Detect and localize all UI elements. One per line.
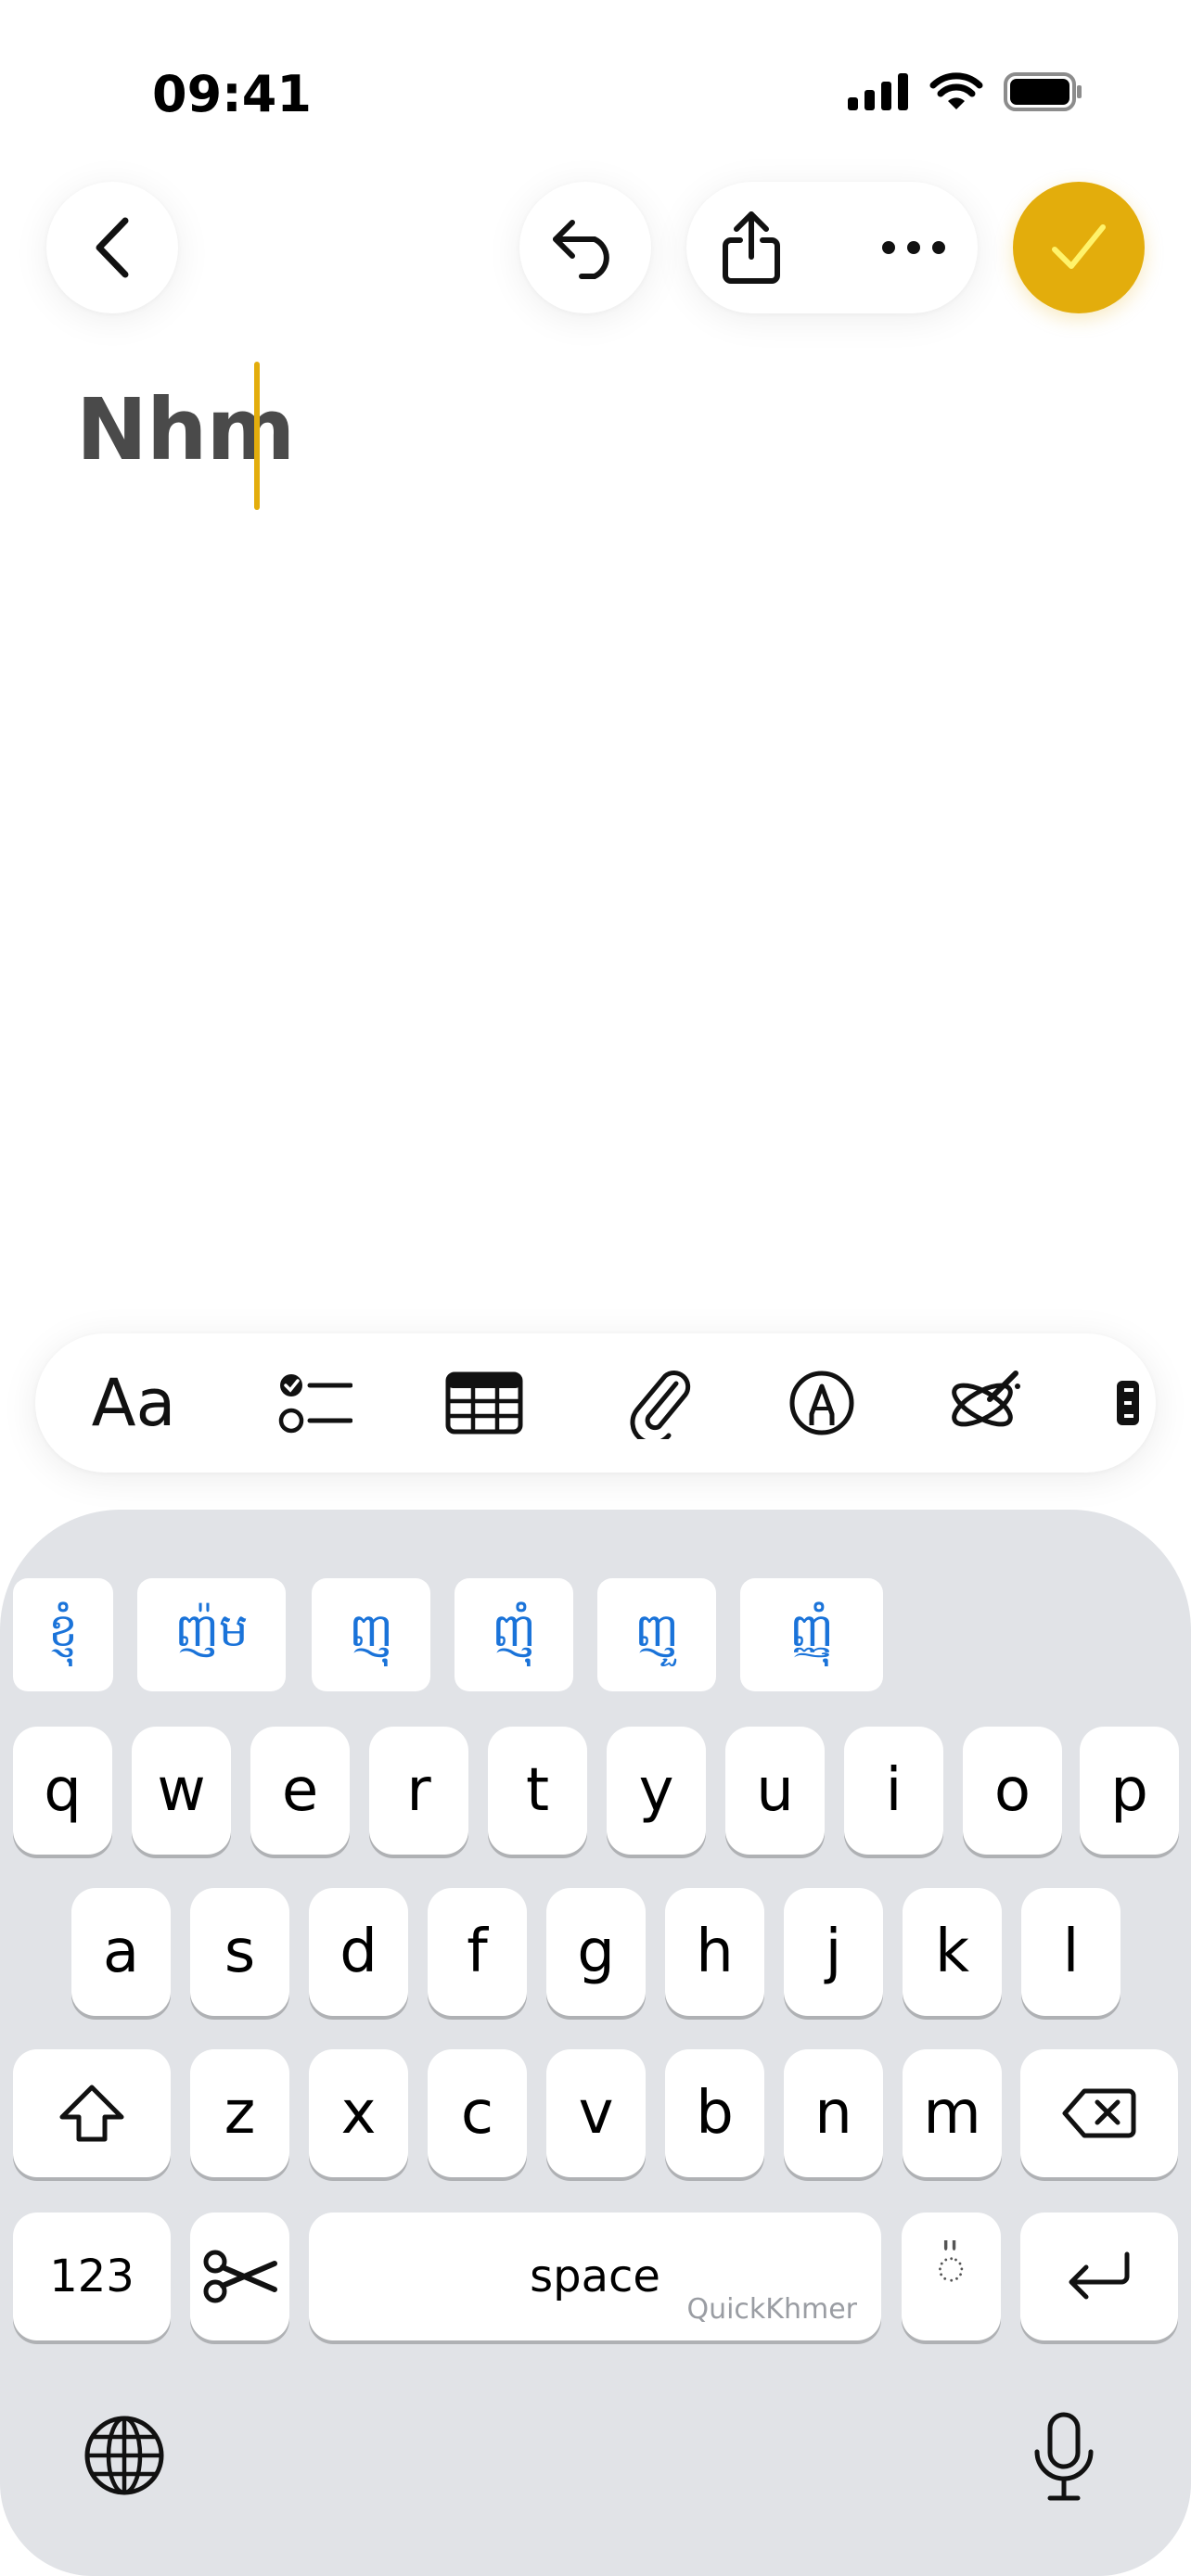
- scissors-icon: [203, 2250, 277, 2303]
- key-g[interactable]: g: [546, 1888, 646, 2016]
- return-icon: [1069, 2251, 1130, 2300]
- undo-button[interactable]: [519, 182, 651, 313]
- attachment-button[interactable]: [605, 1333, 716, 1473]
- cellular-signal-icon: [848, 73, 908, 110]
- share-icon[interactable]: [720, 210, 783, 285]
- key-p[interactable]: p: [1080, 1727, 1179, 1855]
- suggestion-6[interactable]: ញ្ញុំ: [740, 1578, 883, 1691]
- partial-format-icon: [1117, 1381, 1139, 1425]
- keyboard-brand-label: QuickKhmer: [686, 2293, 857, 2326]
- key-c[interactable]: c: [428, 2049, 527, 2177]
- ellipsis-icon[interactable]: [881, 240, 946, 255]
- key-n[interactable]: n: [784, 2049, 883, 2177]
- checkmark-icon: [1052, 224, 1106, 269]
- key-o[interactable]: o: [963, 1727, 1062, 1855]
- suggestion-1[interactable]: ខ្ញុំ: [13, 1578, 113, 1691]
- format-bar: Aa: [35, 1333, 1156, 1473]
- suggestion-2[interactable]: ញ៉ម: [137, 1578, 286, 1691]
- key-r[interactable]: r: [369, 1727, 468, 1855]
- table-icon: [445, 1371, 523, 1435]
- text-style-button[interactable]: Aa: [78, 1333, 189, 1473]
- key-z[interactable]: z: [190, 2049, 289, 2177]
- wifi-icon: [929, 72, 983, 109]
- status-icons: [848, 72, 1083, 111]
- key-a[interactable]: a: [71, 1888, 171, 2016]
- globe-button[interactable]: [83, 2415, 165, 2500]
- suggestion-4[interactable]: ញុំ: [455, 1578, 573, 1691]
- key-l[interactable]: l: [1021, 1888, 1121, 2016]
- attachment-icon: [630, 1371, 691, 1439]
- undo-icon: [553, 220, 609, 279]
- shift-key[interactable]: [13, 2049, 171, 2177]
- key-s[interactable]: s: [190, 1888, 289, 2016]
- markup-button[interactable]: [766, 1333, 877, 1473]
- dictation-button[interactable]: [1031, 2411, 1096, 2506]
- key-y[interactable]: y: [607, 1727, 706, 1855]
- more-format-button[interactable]: [1102, 1333, 1156, 1473]
- microphone-icon: [1034, 2412, 1094, 2501]
- checklist-icon: [278, 1374, 352, 1434]
- key-h[interactable]: h: [665, 1888, 764, 2016]
- note-title[interactable]: Nhm: [76, 380, 295, 479]
- key-d[interactable]: d: [309, 1888, 408, 2016]
- numbers-key[interactable]: 123: [13, 2213, 171, 2340]
- done-button[interactable]: [1013, 182, 1145, 313]
- checklist-button[interactable]: [260, 1333, 371, 1473]
- delete-icon: [1062, 2088, 1136, 2138]
- text-cursor: [254, 362, 260, 510]
- status-time: 09:41: [152, 65, 312, 123]
- battery-icon: [1004, 72, 1082, 111]
- key-j[interactable]: j: [784, 1888, 883, 2016]
- suggestion-3[interactable]: ញុ: [312, 1578, 430, 1691]
- suggestion-5[interactable]: ញួ: [597, 1578, 716, 1691]
- key-v[interactable]: v: [546, 2049, 646, 2177]
- key-k[interactable]: k: [903, 1888, 1002, 2016]
- globe-icon: [84, 2416, 164, 2495]
- key-b[interactable]: b: [665, 2049, 764, 2177]
- back-button[interactable]: [46, 182, 178, 313]
- markup-icon: [789, 1371, 854, 1435]
- writing-tools-button[interactable]: [929, 1333, 1041, 1473]
- key-m[interactable]: m: [903, 2049, 1002, 2177]
- key-i[interactable]: i: [844, 1727, 943, 1855]
- cut-key[interactable]: [190, 2213, 289, 2340]
- delete-key[interactable]: [1020, 2049, 1178, 2177]
- table-button[interactable]: [429, 1333, 540, 1473]
- key-t[interactable]: t: [488, 1727, 587, 1855]
- return-key[interactable]: [1020, 2213, 1178, 2340]
- chevron-left-icon: [96, 217, 129, 278]
- key-q[interactable]: q: [13, 1727, 112, 1855]
- key-w[interactable]: w: [132, 1727, 231, 1855]
- key-x[interactable]: x: [309, 2049, 408, 2177]
- khmer-sign-key[interactable]: ៉: [902, 2213, 1001, 2340]
- writing-tools-icon: [952, 1371, 1020, 1427]
- key-f[interactable]: f: [428, 1888, 527, 2016]
- share-more-group: [686, 182, 978, 313]
- space-key-label: space: [530, 2251, 660, 2302]
- space-key[interactable]: space QuickKhmer: [309, 2213, 881, 2340]
- key-e[interactable]: e: [250, 1727, 350, 1855]
- shift-icon: [59, 2085, 124, 2142]
- key-u[interactable]: u: [725, 1727, 825, 1855]
